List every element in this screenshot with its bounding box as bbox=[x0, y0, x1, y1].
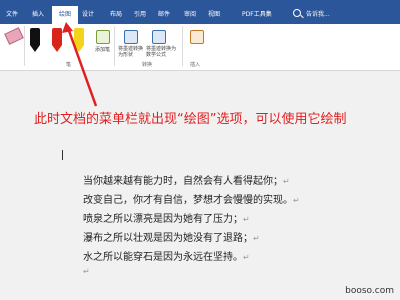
line-text: 当你越来越有能力时，自然会有人看得起你； bbox=[83, 176, 283, 187]
line-text: 瀑布之所以壮观是因为她没有了退路； bbox=[83, 233, 253, 244]
arrow-shaft bbox=[66, 27, 98, 107]
line-text: 改变自己，你才有自信，梦想才会慢慢的实现。 bbox=[83, 195, 293, 206]
paragraph-mark: ↵ bbox=[293, 196, 300, 205]
watermark: booso.com bbox=[345, 286, 394, 296]
annotation-text: 此时文档的菜单栏就出现“绘图”选项，可以使用它绘制 bbox=[34, 112, 347, 127]
arrow-head bbox=[62, 22, 73, 33]
paragraph-mark: ↵ bbox=[253, 234, 260, 243]
document-line: 瀑布之所以壮观是因为她没有了退路；↵ bbox=[83, 229, 260, 244]
paragraph-mark: ↵ bbox=[83, 267, 90, 276]
document-line: 改变自己，你才有自信，梦想才会慢慢的实现。↵ bbox=[83, 191, 300, 206]
paragraph-mark: ↵ bbox=[243, 253, 250, 262]
line-text: 水之所以能穿石是因为永远在坚持。 bbox=[83, 252, 243, 263]
document-line: 当你越来越有能力时，自然会有人看得起你；↵ bbox=[83, 172, 290, 187]
document-line: 水之所以能穿石是因为永远在坚持。↵ bbox=[83, 248, 250, 263]
paragraph-mark: ↵ bbox=[283, 177, 290, 186]
line-text: 喷泉之所以漂亮是因为她有了压力； bbox=[83, 214, 243, 225]
paragraph-mark: ↵ bbox=[243, 215, 250, 224]
document-line: 喷泉之所以漂亮是因为她有了压力；↵ bbox=[83, 210, 250, 225]
document-line: ↵ bbox=[83, 266, 90, 277]
text-cursor bbox=[62, 150, 63, 160]
